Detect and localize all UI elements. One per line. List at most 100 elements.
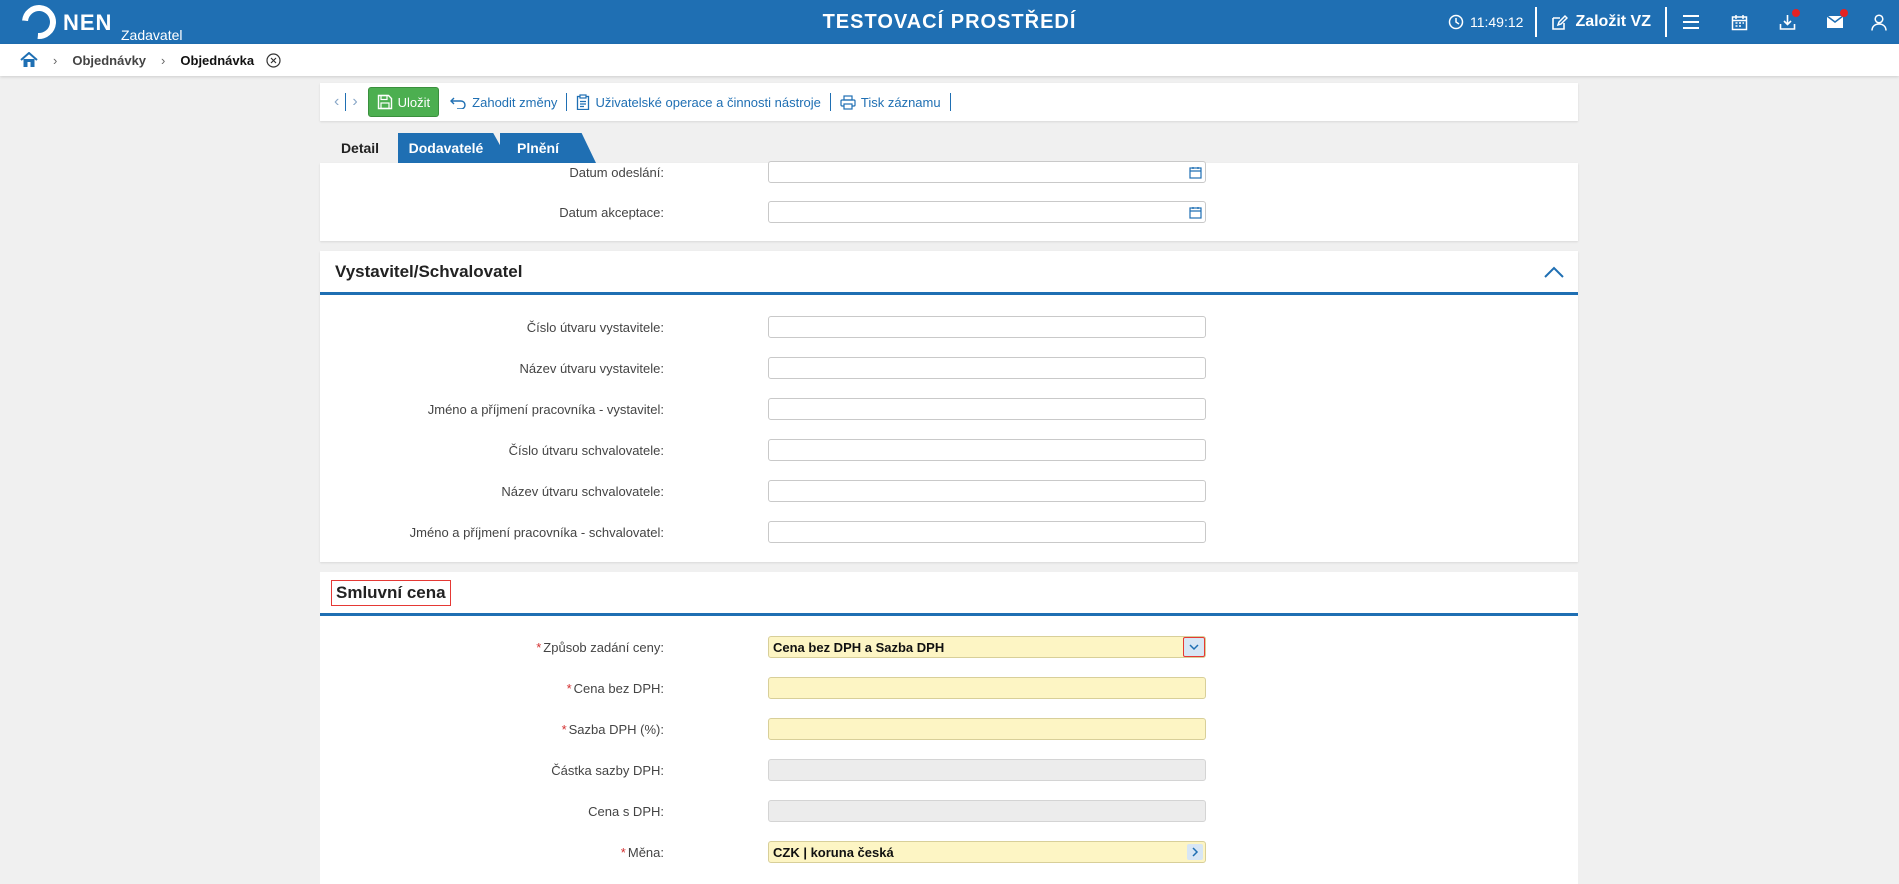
menu-button[interactable] — [1667, 0, 1715, 44]
field-label: Číslo útvaru schvalovatele: — [508, 443, 664, 458]
section-header: Smluvní cena — [320, 572, 1578, 616]
field-label-text: Měna: — [627, 845, 664, 860]
date-accepted-input[interactable] — [768, 201, 1206, 223]
notification-dot — [1792, 9, 1800, 17]
calendar-icon — [1188, 166, 1202, 179]
print-record-button[interactable]: Tisk záznamu — [837, 95, 944, 110]
form-row: Číslo útvaru vystavitele: — [320, 316, 1578, 338]
toolbar-separator — [829, 93, 831, 111]
field-value: Cena bez DPH a Sazba DPH — [773, 640, 945, 655]
field-label: Cena s DPH: — [588, 804, 664, 819]
field-label-text: Způsob zadání ceny: — [543, 640, 664, 655]
save-label: Uložit — [397, 94, 431, 110]
approver-dept-number-input[interactable] — [768, 439, 1206, 461]
field-value: CZK | koruna česká — [773, 845, 894, 860]
discard-changes-button[interactable]: Zahodit změny — [447, 95, 560, 110]
messages-button[interactable] — [1811, 0, 1859, 44]
required-mark: * — [536, 640, 542, 655]
toolbar-separator — [949, 93, 951, 111]
vat-rate-input[interactable] — [768, 718, 1206, 740]
user-button[interactable] — [1859, 0, 1899, 44]
chevron-down-icon — [1189, 643, 1199, 650]
floppy-icon — [377, 94, 392, 110]
currency-lookup-button[interactable] — [1187, 844, 1203, 860]
calendar-picker-button[interactable] — [1187, 204, 1203, 220]
calendar-icon — [1188, 206, 1202, 219]
user-operations-button[interactable]: Uživatelské operace a činnosti nástroje — [573, 94, 823, 110]
form-row: Jméno a příjmení pracovníka - schvalovat… — [320, 521, 1578, 543]
home-icon[interactable] — [20, 52, 38, 68]
form-row: * Způsob zadání ceny: Cena bez DPH a Sazb… — [320, 636, 1578, 658]
field-label: Číslo útvaru vystavitele: — [526, 320, 664, 335]
dropdown-button[interactable] — [1183, 637, 1205, 657]
issuer-dept-number-input[interactable] — [768, 316, 1206, 338]
field-label: Název útvaru schvalovatele: — [501, 484, 664, 499]
chevron-right-icon — [1191, 847, 1198, 857]
section-header: Vystavitel/Schvalovatel — [320, 251, 1578, 295]
price-with-vat-field — [768, 800, 1206, 822]
top-header: NEN Zadavatel TESTOVACÍ PROSTŘEDÍ 11:49:… — [0, 0, 1899, 46]
create-vz-button[interactable]: Založit VZ — [1537, 13, 1665, 31]
undo-icon — [450, 97, 466, 109]
date-sent-input[interactable] — [768, 161, 1206, 183]
form-row: Částka sazby DPH: — [320, 759, 1578, 781]
form-row: * Měna: CZK | koruna česká — [320, 841, 1578, 863]
chevron-right-icon: › — [53, 52, 58, 68]
edit-icon — [1552, 14, 1569, 30]
record-tabs: Detail Dodavatelé Plnění — [320, 133, 596, 163]
form-row: Číslo útvaru schvalovatele: — [320, 439, 1578, 461]
required-mark: * — [566, 681, 572, 696]
field-label: * Způsob zadání ceny: — [536, 640, 664, 655]
user-icon — [1871, 13, 1887, 31]
approver-dept-name-input[interactable] — [768, 480, 1206, 502]
form-row: Název útvaru schvalovatele: — [320, 480, 1578, 502]
record-toolbar: ‹ › Uložit Zahodit změny Uživatelské ope… — [320, 83, 1578, 121]
create-vz-label: Založit VZ — [1575, 13, 1651, 30]
vat-amount-field — [768, 759, 1206, 781]
dates-section: Datum odeslání: Datum akceptace: — [320, 161, 1578, 241]
calendar-button[interactable] — [1715, 0, 1763, 44]
discard-changes-label: Zahodit změny — [472, 94, 558, 110]
hamburger-icon — [1683, 15, 1699, 29]
print-record-label: Tisk záznamu — [860, 94, 941, 110]
section-title: Vystavitel/Schvalovatel — [335, 261, 523, 281]
downloads-button[interactable] — [1763, 0, 1811, 44]
toolbar-separator — [566, 93, 568, 111]
currency-select[interactable]: CZK | koruna česká — [768, 841, 1206, 863]
previous-record-button[interactable]: ‹ — [328, 93, 345, 111]
nen-logo[interactable]: NEN Zadavatel — [15, 0, 182, 46]
contract-price-section: Smluvní cena * Způsob zadání ceny: Cena b… — [320, 572, 1578, 884]
tab-dodavatele[interactable]: Dodavatelé — [398, 133, 510, 163]
field-label: Datum odeslání: — [569, 165, 664, 180]
issuer-dept-name-input[interactable] — [768, 357, 1206, 379]
clock-icon — [1448, 14, 1464, 30]
field-label-text: Sazba DPH (%): — [568, 722, 664, 737]
field-label: Jméno a příjmení pracovníka - vystavitel… — [427, 402, 664, 417]
calendar-icon — [1731, 14, 1747, 30]
form-row: Název útvaru vystavitele: — [320, 357, 1578, 379]
collapse-chevron-icon[interactable] — [1544, 266, 1564, 278]
price-method-select[interactable]: Cena bez DPH a Sazba DPH — [768, 636, 1206, 658]
logo-subtitle: Zadavatel — [121, 27, 183, 43]
price-without-vat-input[interactable] — [768, 677, 1206, 699]
calendar-picker-button[interactable] — [1187, 164, 1203, 180]
field-label-text: Cena bez DPH: — [573, 681, 664, 696]
issuer-name-input[interactable] — [768, 398, 1206, 420]
field-label: Datum akceptace: — [559, 205, 664, 220]
form-row: Cena s DPH: — [320, 800, 1578, 822]
tab-detail[interactable]: Detail — [320, 133, 400, 163]
approver-name-input[interactable] — [768, 521, 1206, 543]
required-mark: * — [561, 722, 567, 737]
field-label: Název útvaru vystavitele: — [519, 361, 664, 376]
tab-plneni[interactable]: Plnění — [500, 133, 596, 163]
form-row: Datum akceptace: — [320, 201, 1578, 223]
form-row: Jméno a příjmení pracovníka - vystavitel… — [320, 398, 1578, 420]
breadcrumb-objednavky[interactable]: Objednávky — [72, 53, 146, 68]
field-label: * Sazba DPH (%): — [562, 722, 664, 737]
next-record-button[interactable]: › — [346, 93, 363, 111]
form-row: * Sazba DPH (%): — [320, 718, 1578, 740]
notification-dot — [1840, 9, 1848, 17]
clock-time: 11:49:12 — [1469, 14, 1524, 30]
close-tab-icon[interactable] — [266, 52, 281, 68]
save-button[interactable]: Uložit — [367, 87, 440, 117]
